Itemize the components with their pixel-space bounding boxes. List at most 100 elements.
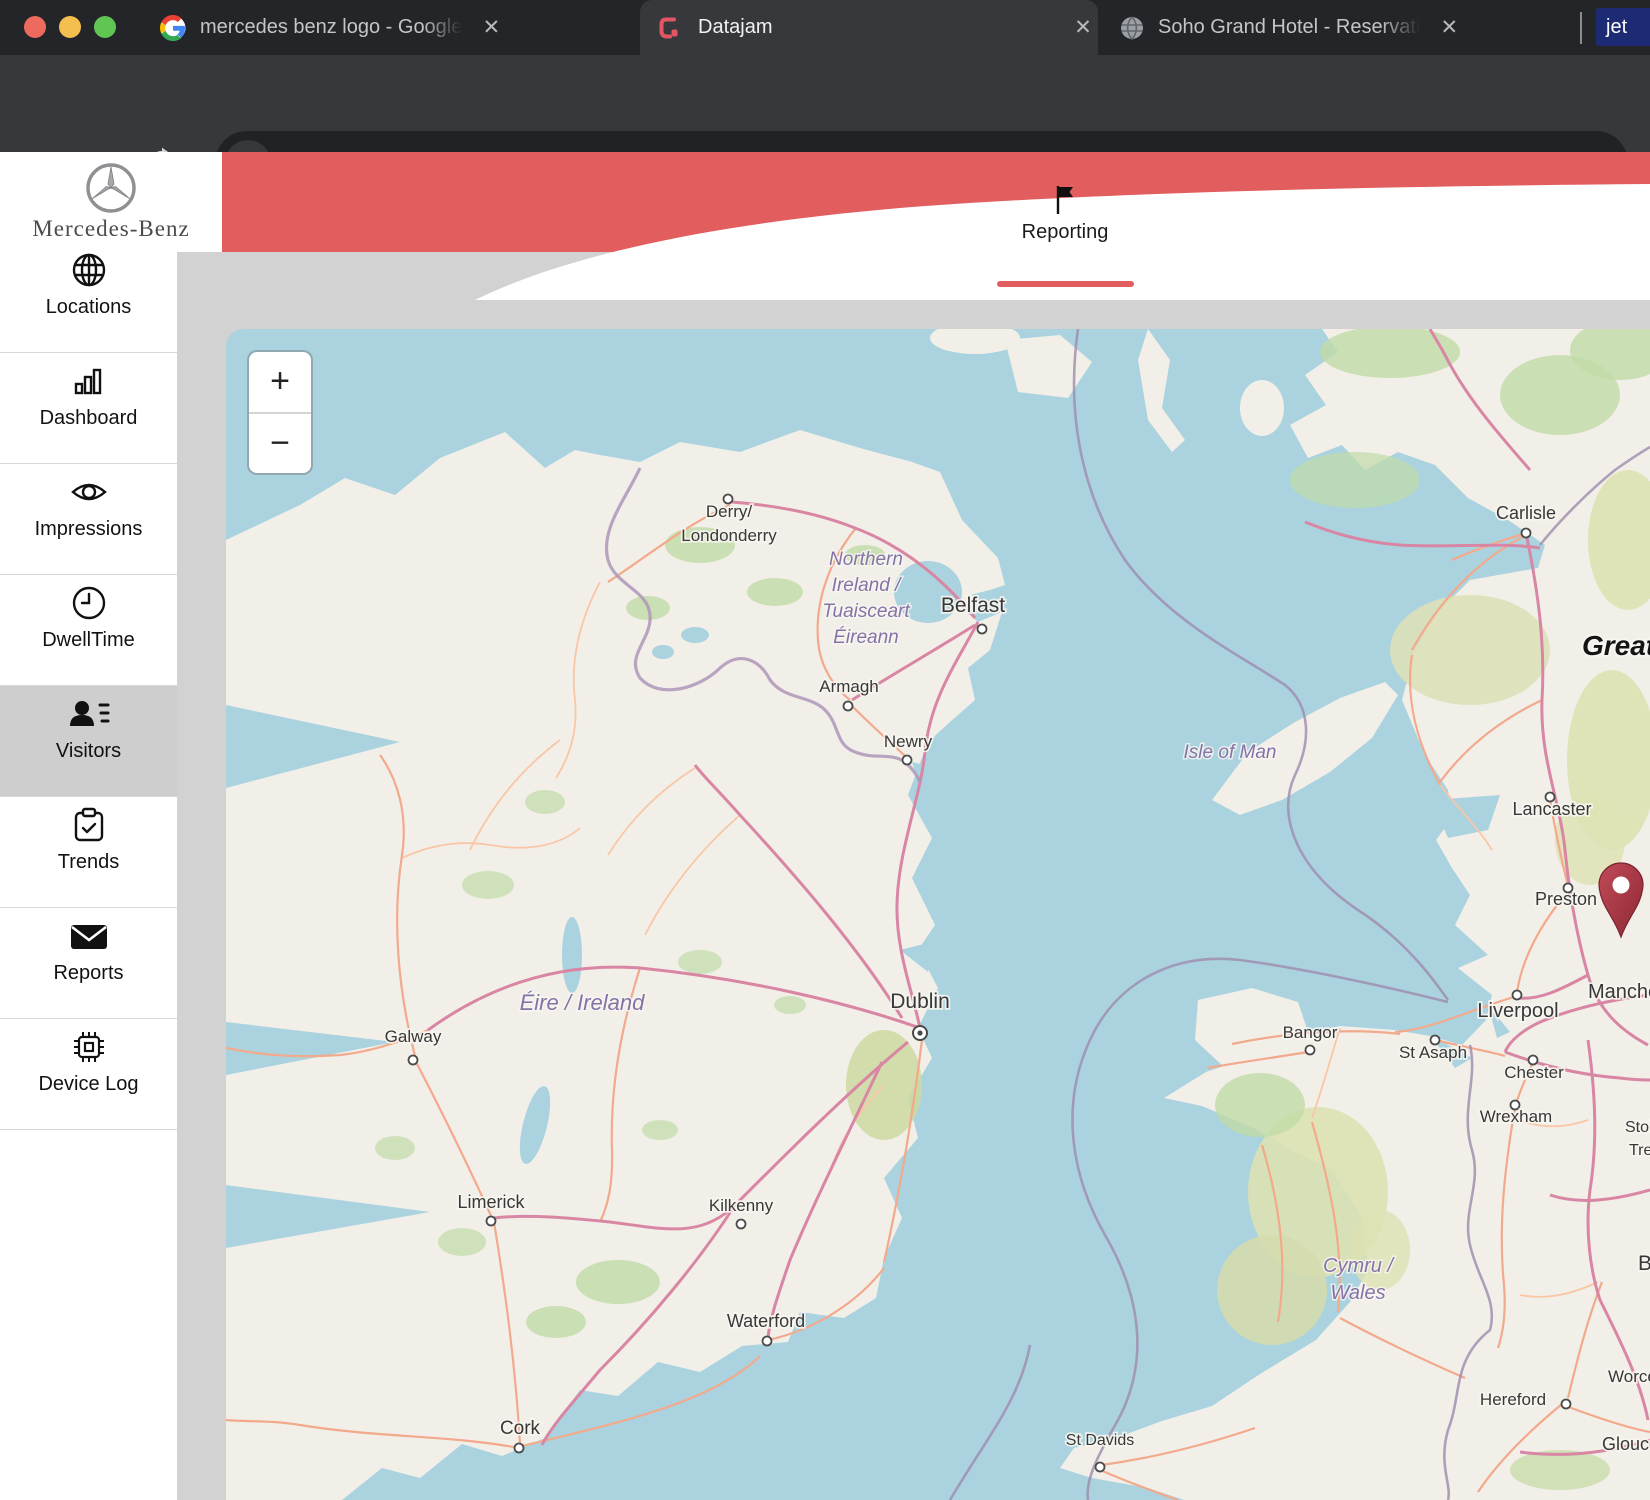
zoom-window-button[interactable]	[94, 16, 116, 38]
city-label: Belfast	[941, 594, 1005, 617]
eye-icon	[69, 473, 109, 511]
jet-bookmark[interactable]: jet	[1596, 8, 1650, 46]
zoom-out-button[interactable]: −	[249, 414, 311, 474]
city-dot	[844, 702, 853, 711]
map-canvas: Derry/LondonderryBelfastArmaghNewryGalwa…	[226, 329, 1650, 1500]
sidebar-item-label: Dashboard	[40, 407, 138, 430]
sidebar-item-label: Impressions	[35, 518, 143, 541]
sidebar-item-label: Locations	[46, 296, 132, 319]
city-label: Bangor	[1283, 1023, 1338, 1042]
close-tab-icon[interactable]: ✕	[1068, 15, 1098, 40]
flag-icon	[1054, 185, 1076, 215]
city-label: Kilkenny	[709, 1196, 774, 1215]
brand-name: Mercedes-Benz	[32, 216, 189, 242]
city-label: Wrexham	[1480, 1107, 1552, 1126]
city-label: Trent	[1629, 1142, 1650, 1159]
city-label: Chester	[1504, 1063, 1564, 1082]
city-label: Gloucester	[1602, 1434, 1650, 1454]
city-dot	[903, 756, 912, 765]
bar-chart-icon	[70, 362, 108, 400]
brand-logo: Mercedes-Benz	[0, 152, 222, 252]
sidebar-item-dashboard[interactable]: Dashboard	[0, 353, 177, 464]
sidebar-item-device-log[interactable]: Device Log	[0, 1019, 177, 1130]
region-label: Éire / Ireland	[520, 990, 645, 1015]
globe-icon	[70, 251, 108, 289]
city-label: Armagh	[819, 677, 879, 696]
city-label: Birmingham	[1638, 1252, 1650, 1275]
tab-soho-grand[interactable]: Soho Grand Hotel - Reservati ✕	[1100, 0, 1562, 55]
browser-toolbar: ← → datajamportal.com/ReportMgmnt/	[0, 55, 1650, 152]
city-label: Liverpool	[1477, 1000, 1558, 1022]
capital-dot	[917, 1030, 922, 1035]
map[interactable]: Derry/LondonderryBelfastArmaghNewryGalwa…	[226, 329, 1650, 1500]
sidebar-item-reports[interactable]: Reports	[0, 908, 177, 1019]
reporting-active-underline	[997, 281, 1134, 287]
browser-window: mercedes benz logo - Google ✕ Datajam ✕ …	[0, 0, 1650, 1500]
city-dot	[409, 1056, 418, 1065]
tab-google-search[interactable]: mercedes benz logo - Google ✕	[160, 0, 630, 55]
chip-icon	[70, 1028, 108, 1066]
close-tab-icon[interactable]: ✕	[1434, 15, 1464, 40]
tab-strip: mercedes benz logo - Google ✕ Datajam ✕ …	[0, 0, 1650, 55]
mercedes-star-icon	[85, 162, 137, 214]
tab-divider	[1580, 12, 1582, 44]
tab-reporting[interactable]: Reporting	[965, 185, 1165, 295]
city-label: Carlisle	[1496, 503, 1556, 523]
city-label: Lancaster	[1512, 799, 1591, 819]
sidebar-item-label: Trends	[58, 851, 120, 874]
sidebar-item-locations[interactable]: Locations	[0, 242, 177, 353]
tab-title: Soho Grand Hotel - Reservati	[1158, 16, 1420, 39]
sidebar-item-label: Visitors	[56, 740, 121, 763]
city-dot	[515, 1444, 524, 1453]
people-icon	[67, 695, 111, 733]
datajam-icon	[658, 16, 682, 40]
app-header-bar	[222, 152, 1650, 252]
city-label: St Davids	[1066, 1432, 1134, 1449]
city-dot	[1562, 1400, 1571, 1409]
sidebar-item-dwelltime[interactable]: DwellTime	[0, 575, 177, 686]
close-tab-icon[interactable]: ✕	[476, 15, 506, 40]
city-label: Worcester	[1608, 1367, 1650, 1386]
city-label: Waterford	[727, 1311, 805, 1331]
city-dot	[1096, 1463, 1105, 1472]
city-dot	[1513, 991, 1522, 1000]
city-dot	[1306, 1046, 1315, 1055]
sidebar-item-trends[interactable]: Trends	[0, 797, 177, 908]
tab-datajam[interactable]: Datajam ✕	[640, 0, 1098, 55]
clipboard-icon	[70, 806, 108, 844]
sidebar-item-label: Device Log	[38, 1073, 138, 1096]
city-label: Cork	[500, 1418, 541, 1439]
country-label: Great Britain	[1582, 630, 1650, 661]
city-label: St Asaph	[1399, 1043, 1467, 1062]
city-dot	[978, 625, 987, 634]
city-dot	[737, 1220, 746, 1229]
city-dot	[763, 1337, 772, 1346]
clock-icon	[70, 584, 108, 622]
city-label: Galway	[385, 1027, 442, 1046]
city-label: Preston	[1535, 889, 1597, 909]
sidebar: Locations Dashboard Impressions DwellTim…	[0, 242, 177, 1500]
reporting-label: Reporting	[1022, 221, 1109, 244]
close-window-button[interactable]	[24, 16, 46, 38]
city-dot	[487, 1217, 496, 1226]
city-label: Limerick	[457, 1192, 525, 1212]
region-label: Isle of Man	[1184, 742, 1277, 763]
envelope-icon	[68, 917, 110, 955]
globe-icon	[1120, 16, 1144, 40]
arran-landmass	[1240, 380, 1284, 436]
sidebar-item-label: DwellTime	[42, 629, 135, 652]
tab-title: Datajam	[698, 16, 772, 39]
google-icon	[160, 15, 186, 41]
minimize-window-button[interactable]	[59, 16, 81, 38]
city-label: Hereford	[1480, 1390, 1546, 1409]
tab-title: mercedes benz logo - Google	[200, 16, 462, 39]
city-label: Dublin	[890, 990, 950, 1013]
city-label: Manchester	[1588, 981, 1650, 1003]
sidebar-item-impressions[interactable]: Impressions	[0, 464, 177, 575]
zoom-in-button[interactable]: +	[249, 352, 311, 414]
city-dot	[1522, 529, 1531, 538]
city-label: Newry	[884, 732, 933, 751]
map-zoom-control: + −	[247, 350, 313, 475]
sidebar-item-label: Reports	[53, 962, 123, 985]
sidebar-item-visitors[interactable]: Visitors	[0, 686, 177, 797]
